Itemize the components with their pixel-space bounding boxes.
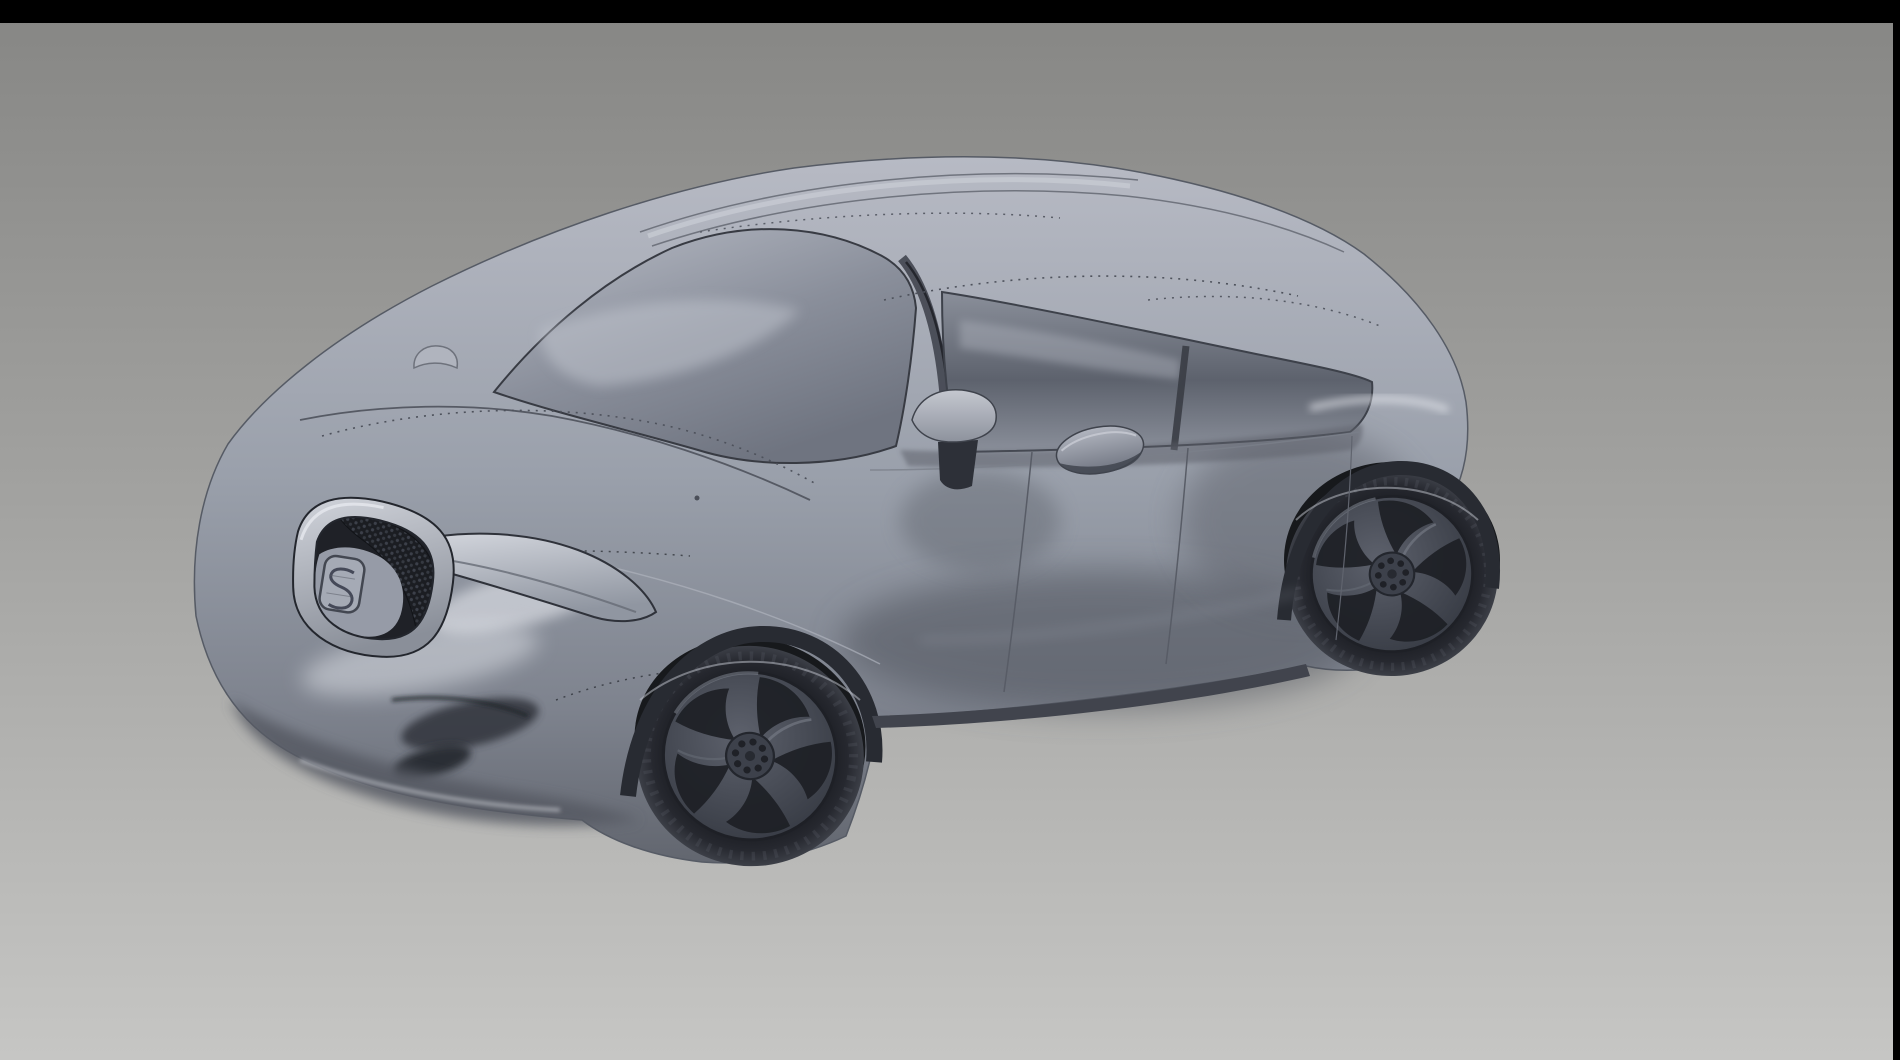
screenshot-root bbox=[0, 0, 1900, 1060]
mirror-stalk bbox=[938, 440, 978, 489]
top-bar bbox=[0, 0, 1900, 23]
right-bar bbox=[1893, 0, 1900, 1060]
door-shading bbox=[900, 470, 1060, 570]
3d-viewport[interactable] bbox=[0, 0, 1900, 1060]
seat-emblem bbox=[318, 554, 366, 614]
emblem-plate bbox=[318, 554, 366, 614]
hood-speck bbox=[695, 496, 700, 501]
